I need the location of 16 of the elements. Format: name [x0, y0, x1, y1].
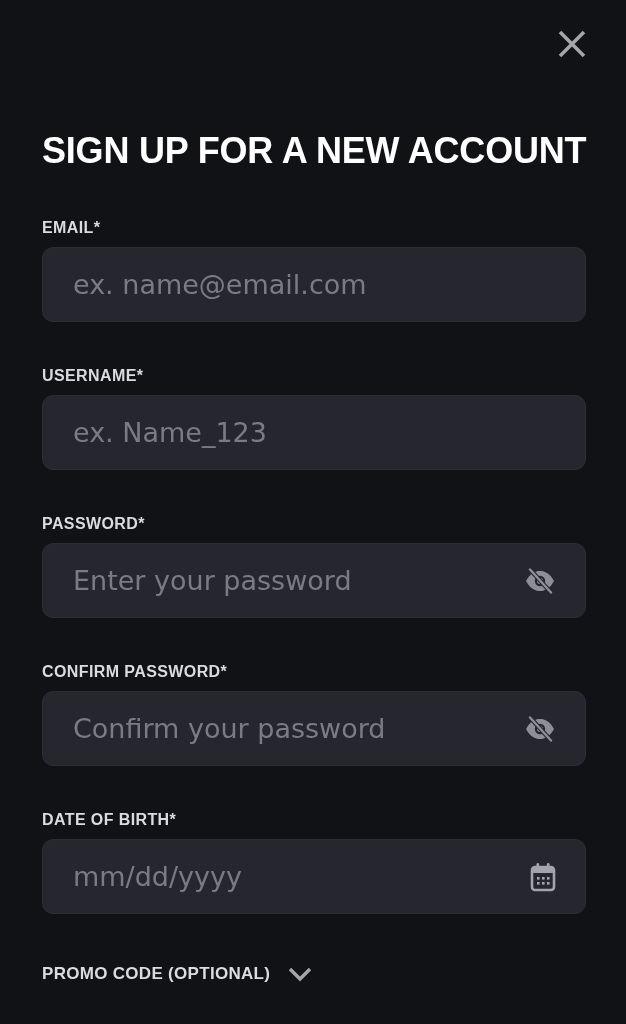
password-field[interactable]: Enter your password: [42, 543, 586, 618]
field-label: DATE OF BIRTH*: [42, 811, 177, 829]
text-field[interactable]: ex. Name_123: [42, 395, 586, 470]
dialog-title: SIGN UP FOR A NEW ACCOUNT: [42, 130, 586, 172]
field-label: EMAIL*: [42, 219, 101, 237]
field-label: USERNAME*: [42, 367, 144, 385]
field-label: PASSWORD*: [42, 515, 145, 533]
calendar-icon[interactable]: [530, 861, 556, 892]
chevron-down-icon[interactable]: [288, 966, 313, 982]
promo-code-toggle[interactable]: PROMO CODE (OPTIONAL): [42, 964, 271, 984]
field-label: CONFIRM PASSWORD*: [42, 663, 228, 681]
eye-slash-icon[interactable]: [524, 715, 556, 742]
password-field[interactable]: Confirm your password: [42, 691, 586, 766]
text-field[interactable]: ex. name@email.com: [42, 247, 586, 322]
eye-slash-icon[interactable]: [524, 567, 556, 594]
date-field[interactable]: mm/dd/yyyy: [42, 839, 586, 914]
